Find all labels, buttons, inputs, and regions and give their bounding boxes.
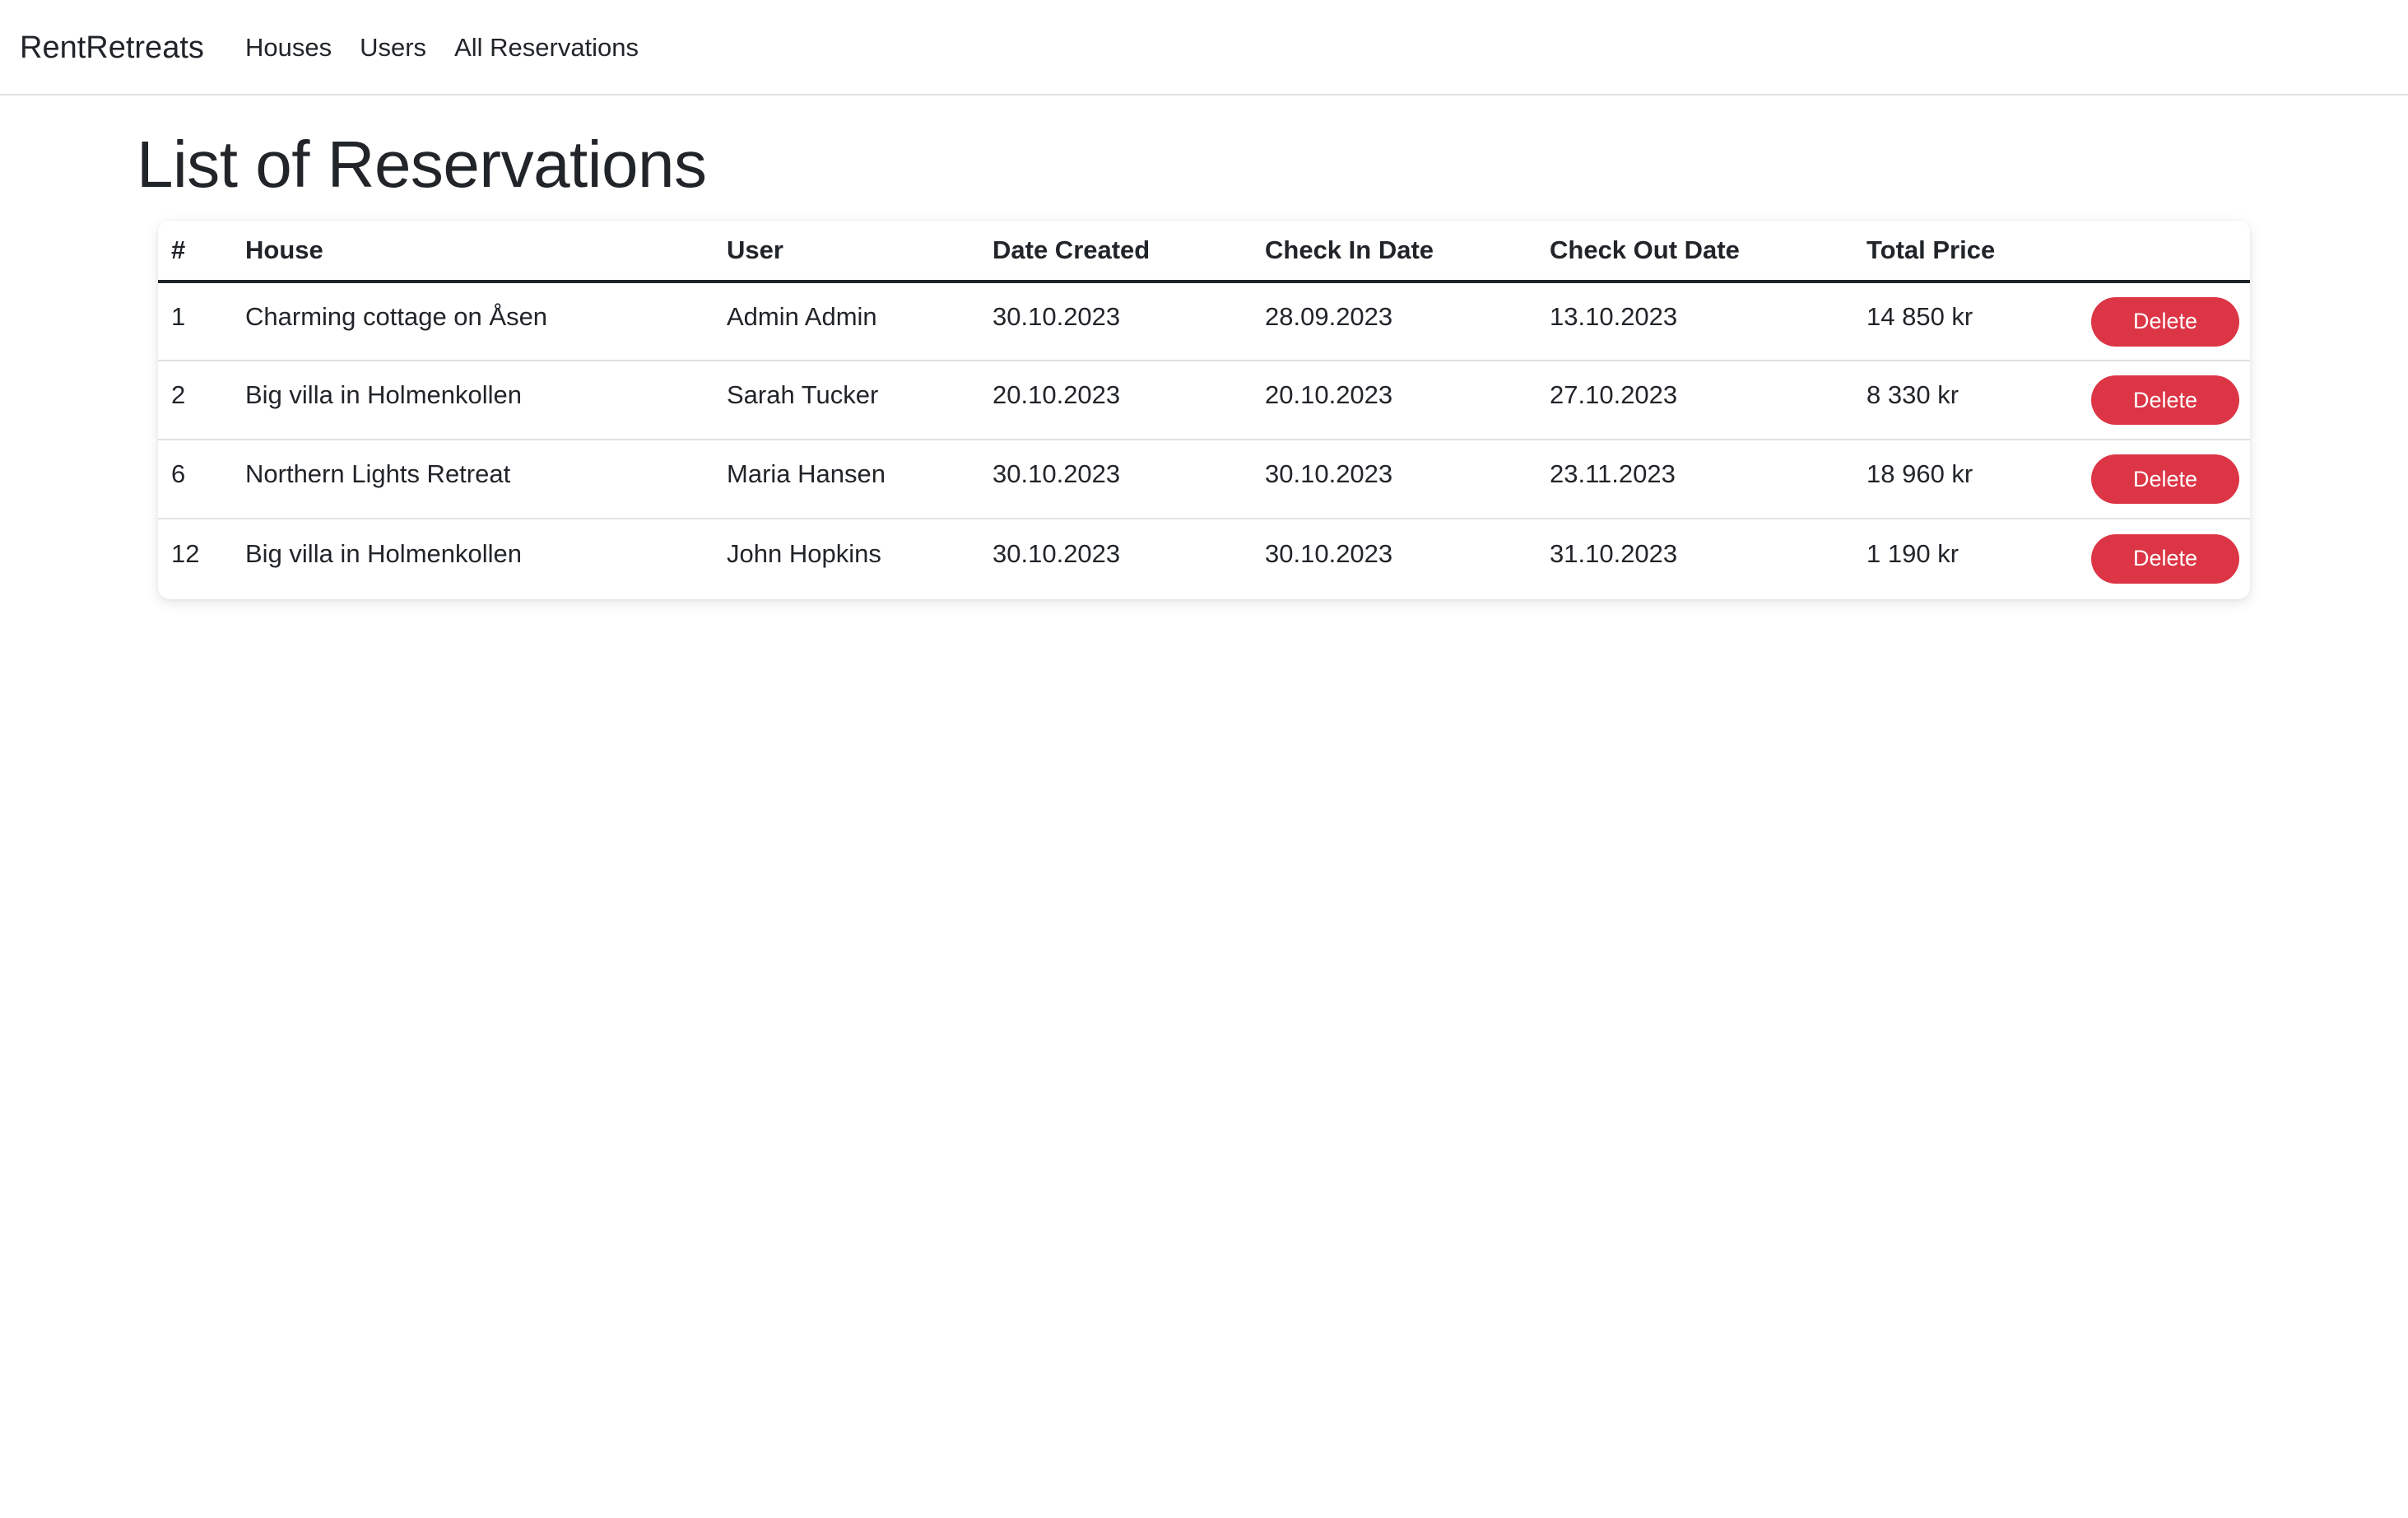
header-total-price: Total Price [1853,221,2078,283]
nav-link-users[interactable]: Users [360,28,426,68]
cell-date-created: 30.10.2023 [979,440,1252,519]
cell-check-in: 30.10.2023 [1252,519,1536,598]
reservations-table: # House User Date Created Check In Date … [158,221,2250,598]
header-user: User [714,221,979,283]
cell-check-in: 20.10.2023 [1252,361,1536,440]
table-row: 1 Charming cottage on Åsen Admin Admin 3… [158,282,2250,361]
cell-house: Big villa in Holmenkollen [232,361,714,440]
cell-total-price-text: 14 850 kr [1866,301,1973,331]
cell-number: 12 [158,519,232,598]
table-row: 12 Big villa in Holmenkollen John Hopkin… [158,519,2250,598]
cell-check-out: 27.10.2023 [1536,361,1853,440]
cell-house: Big villa in Holmenkollen [232,519,714,598]
page-title: List of Reservations [137,128,707,201]
cell-check-in-text: 20.10.2023 [1265,380,1393,409]
cell-house: Charming cottage on Åsen [232,282,714,361]
cell-check-in-text: 28.09.2023 [1265,301,1393,331]
cell-number-text: 2 [171,380,186,409]
cell-date-created: 30.10.2023 [979,519,1252,598]
cell-user-text: Admin Admin [727,301,877,331]
cell-user: Maria Hansen [714,440,979,519]
cell-actions: Delete [2078,361,2250,440]
cell-check-out-text: 13.10.2023 [1550,301,1678,331]
cell-check-in-text: 30.10.2023 [1265,459,1393,488]
cell-date-created-text: 30.10.2023 [992,538,1121,568]
cell-user-text: John Hopkins [727,538,881,568]
cell-check-in: 28.09.2023 [1252,282,1536,361]
header-actions [2078,221,2250,283]
brand-link[interactable]: RentRetreats [20,26,204,69]
nav-link-all-reservations[interactable]: All Reservations [454,28,639,68]
cell-total-price-text: 1 190 kr [1866,538,1959,568]
cell-user: Admin Admin [714,282,979,361]
cell-total-price: 18 960 kr [1853,440,2078,519]
cell-actions: Delete [2078,519,2250,598]
cell-check-out-text: 27.10.2023 [1550,380,1678,409]
header-house: House [232,221,714,283]
cell-check-in: 30.10.2023 [1252,440,1536,519]
cell-number-text: 1 [171,301,186,331]
nav-links: Houses Users All Reservations [245,28,639,68]
delete-button[interactable]: Delete [2091,454,2239,504]
cell-check-out: 23.11.2023 [1536,440,1853,519]
cell-number: 6 [158,440,232,519]
header-number: # [158,221,232,283]
cell-number: 1 [158,282,232,361]
cell-number: 2 [158,361,232,440]
cell-date-created-text: 30.10.2023 [992,301,1121,331]
header-date-created: Date Created [979,221,1252,283]
table-row: 2 Big villa in Holmenkollen Sarah Tucker… [158,361,2250,440]
cell-date-created-text: 30.10.2023 [992,459,1121,488]
table-row: 6 Northern Lights Retreat Maria Hansen 3… [158,440,2250,519]
cell-house-text: Charming cottage on Åsen [245,301,548,331]
cell-house-text: Big villa in Holmenkollen [245,538,522,568]
cell-total-price-text: 18 960 kr [1866,459,1973,488]
cell-house: Northern Lights Retreat [232,440,714,519]
cell-house-text: Big villa in Holmenkollen [245,380,522,409]
navbar: RentRetreats Houses Users All Reservatio… [0,0,2408,95]
cell-user-text: Sarah Tucker [727,380,879,409]
header-check-out-date: Check Out Date [1536,221,1853,283]
cell-total-price-text: 8 330 kr [1866,380,1959,409]
delete-button[interactable]: Delete [2091,375,2239,425]
table-header-row: # House User Date Created Check In Date … [158,221,2250,283]
cell-date-created: 30.10.2023 [979,282,1252,361]
cell-number-text: 6 [171,459,186,488]
delete-button[interactable]: Delete [2091,296,2239,347]
cell-check-out: 13.10.2023 [1536,282,1853,361]
cell-user: Sarah Tucker [714,361,979,440]
cell-user: John Hopkins [714,519,979,598]
cell-number-text: 12 [171,538,200,568]
reservations-table-card: # House User Date Created Check In Date … [158,221,2250,599]
cell-check-out-text: 23.11.2023 [1550,459,1676,488]
cell-actions: Delete [2078,440,2250,519]
cell-total-price: 1 190 kr [1853,519,2078,598]
cell-check-out: 31.10.2023 [1536,519,1853,598]
cell-date-created-text: 20.10.2023 [992,380,1121,409]
delete-button[interactable]: Delete [2091,533,2239,584]
cell-check-out-text: 31.10.2023 [1550,538,1678,568]
nav-link-houses[interactable]: Houses [245,28,332,68]
cell-check-in-text: 30.10.2023 [1265,538,1393,568]
cell-actions: Delete [2078,282,2250,361]
cell-total-price: 14 850 kr [1853,282,2078,361]
cell-house-text: Northern Lights Retreat [245,459,511,488]
cell-date-created: 20.10.2023 [979,361,1252,440]
cell-total-price: 8 330 kr [1853,361,2078,440]
cell-user-text: Maria Hansen [727,459,886,488]
header-check-in-date: Check In Date [1252,221,1536,283]
